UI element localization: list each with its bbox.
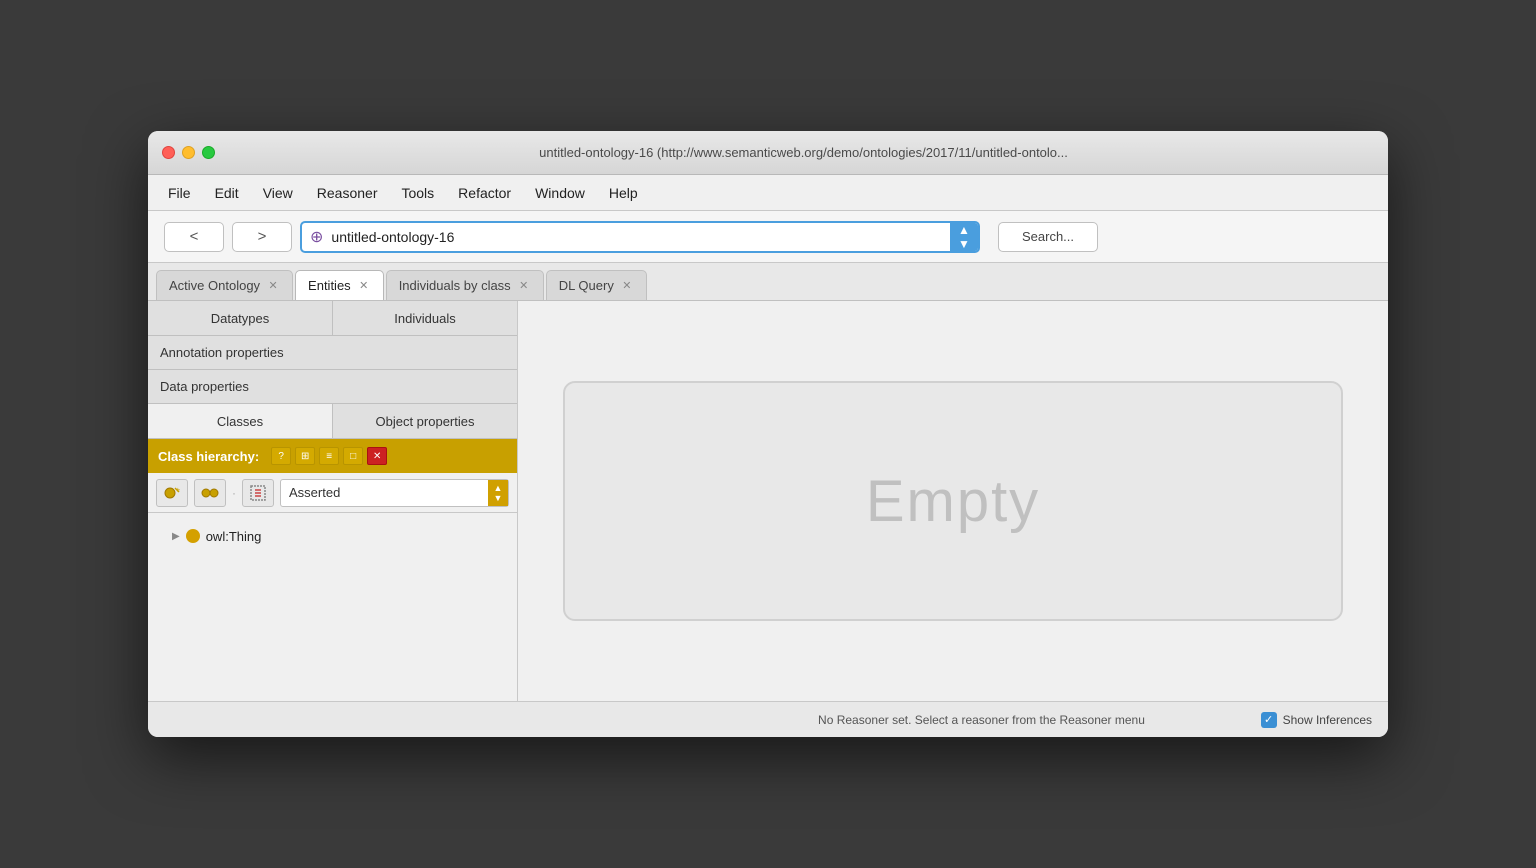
tab-dl-query[interactable]: DL Query ✕ xyxy=(546,270,647,300)
show-inferences-checkbox[interactable]: ✓ xyxy=(1261,712,1277,728)
hier-icon-columns[interactable]: ⊞ xyxy=(295,447,315,465)
add-subclass-icon: + xyxy=(200,483,220,503)
address-bar: ⊕ ▲ ▼ xyxy=(300,221,980,253)
subtabs-row1: Datatypes Individuals xyxy=(148,301,517,336)
address-input[interactable] xyxy=(331,229,950,245)
show-inferences-label: Show Inferences xyxy=(1283,713,1372,727)
menubar: File Edit View Reasoner Tools Refactor W… xyxy=(148,175,1388,211)
subtab-individuals[interactable]: Individuals xyxy=(333,301,517,335)
status-message: No Reasoner set. Select a reasoner from … xyxy=(712,713,1250,727)
owl-thing-label: owl:Thing xyxy=(206,529,262,544)
svg-text:+: + xyxy=(211,490,216,499)
filter-button[interactable] xyxy=(242,479,274,507)
tab-dl-query-close[interactable]: ✕ xyxy=(620,279,634,293)
maximize-button[interactable] xyxy=(202,146,215,159)
hierarchy-header: Class hierarchy: ? ⊞ ≡ □ ✕ xyxy=(148,439,517,473)
menu-edit[interactable]: Edit xyxy=(205,181,249,205)
minimize-button[interactable] xyxy=(182,146,195,159)
add-class-button[interactable]: + xyxy=(156,479,188,507)
menu-file[interactable]: File xyxy=(158,181,201,205)
tab-classes[interactable]: Classes xyxy=(148,404,333,438)
hierarchy-title: Class hierarchy: xyxy=(158,449,259,464)
menu-window[interactable]: Window xyxy=(525,181,595,205)
menu-refactor[interactable]: Refactor xyxy=(448,181,521,205)
tab-bar: Active Ontology ✕ Entities ✕ Individuals… xyxy=(148,263,1388,301)
owl-thing-icon xyxy=(186,529,200,543)
left-panel: Datatypes Individuals Annotation propert… xyxy=(148,301,518,701)
back-button[interactable]: < xyxy=(164,222,224,252)
main-content: Datatypes Individuals Annotation propert… xyxy=(148,301,1388,701)
hier-icon-box[interactable]: □ xyxy=(343,447,363,465)
titlebar: untitled-ontology-16 (http://www.semanti… xyxy=(148,131,1388,175)
ontology-icon: ⊕ xyxy=(302,227,331,247)
classes-row: Classes Object properties xyxy=(148,404,517,439)
menu-reasoner[interactable]: Reasoner xyxy=(307,181,388,205)
tab-dl-query-label: DL Query xyxy=(559,278,614,293)
hier-icon-close[interactable]: ✕ xyxy=(367,447,387,465)
tab-entities-label: Entities xyxy=(308,278,351,293)
menu-tools[interactable]: Tools xyxy=(391,181,444,205)
add-class-icon: + xyxy=(162,483,182,503)
toolbar-divider: · xyxy=(232,486,236,500)
tab-active-ontology-close[interactable]: ✕ xyxy=(266,279,280,293)
address-arrows[interactable]: ▲ ▼ xyxy=(950,223,978,251)
main-window: untitled-ontology-16 (http://www.semanti… xyxy=(148,131,1388,737)
class-tree: ▶ owl:Thing xyxy=(148,513,517,701)
show-inferences-container: ✓ Show Inferences xyxy=(1261,712,1372,728)
subtab-annotation-properties[interactable]: Annotation properties xyxy=(148,336,517,370)
empty-label: Empty xyxy=(866,468,1040,535)
tab-object-properties[interactable]: Object properties xyxy=(333,404,517,438)
tab-individuals-by-class-label: Individuals by class xyxy=(399,278,511,293)
asserted-label: Asserted xyxy=(281,485,488,500)
svg-text:+: + xyxy=(176,485,181,494)
tab-active-ontology-label: Active Ontology xyxy=(169,278,260,293)
hierarchy-icons: ? ⊞ ≡ □ ✕ xyxy=(271,447,387,465)
tab-individuals-by-class-close[interactable]: ✕ xyxy=(517,279,531,293)
tab-entities[interactable]: Entities ✕ xyxy=(295,270,384,300)
menu-help[interactable]: Help xyxy=(599,181,648,205)
close-button[interactable] xyxy=(162,146,175,159)
toolbar: < > ⊕ ▲ ▼ Search... xyxy=(148,211,1388,263)
tab-entities-close[interactable]: ✕ xyxy=(357,279,371,293)
menu-view[interactable]: View xyxy=(253,181,303,205)
add-subclass-button[interactable]: + xyxy=(194,479,226,507)
window-title: untitled-ontology-16 (http://www.semanti… xyxy=(233,145,1374,160)
search-button[interactable]: Search... xyxy=(998,222,1098,252)
hier-toolbar: + + · xyxy=(148,473,517,513)
hier-icon-list[interactable]: ≡ xyxy=(319,447,339,465)
tab-active-ontology[interactable]: Active Ontology ✕ xyxy=(156,270,293,300)
asserted-arrows[interactable]: ▲ ▼ xyxy=(488,480,508,506)
empty-box: Empty xyxy=(563,381,1343,621)
asserted-select[interactable]: Asserted ▲ ▼ xyxy=(280,479,509,507)
tree-item-owl-thing[interactable]: ▶ owl:Thing xyxy=(148,521,517,551)
hier-icon-question[interactable]: ? xyxy=(271,447,291,465)
forward-button[interactable]: > xyxy=(232,222,292,252)
filter-icon xyxy=(248,483,268,503)
traffic-lights xyxy=(162,146,215,159)
right-panel: Empty xyxy=(518,301,1388,701)
subtab-data-properties[interactable]: Data properties xyxy=(148,370,517,404)
statusbar: No Reasoner set. Select a reasoner from … xyxy=(148,701,1388,737)
tab-individuals-by-class[interactable]: Individuals by class ✕ xyxy=(386,270,544,300)
subtab-datatypes[interactable]: Datatypes xyxy=(148,301,333,335)
tree-arrow: ▶ xyxy=(172,531,180,542)
